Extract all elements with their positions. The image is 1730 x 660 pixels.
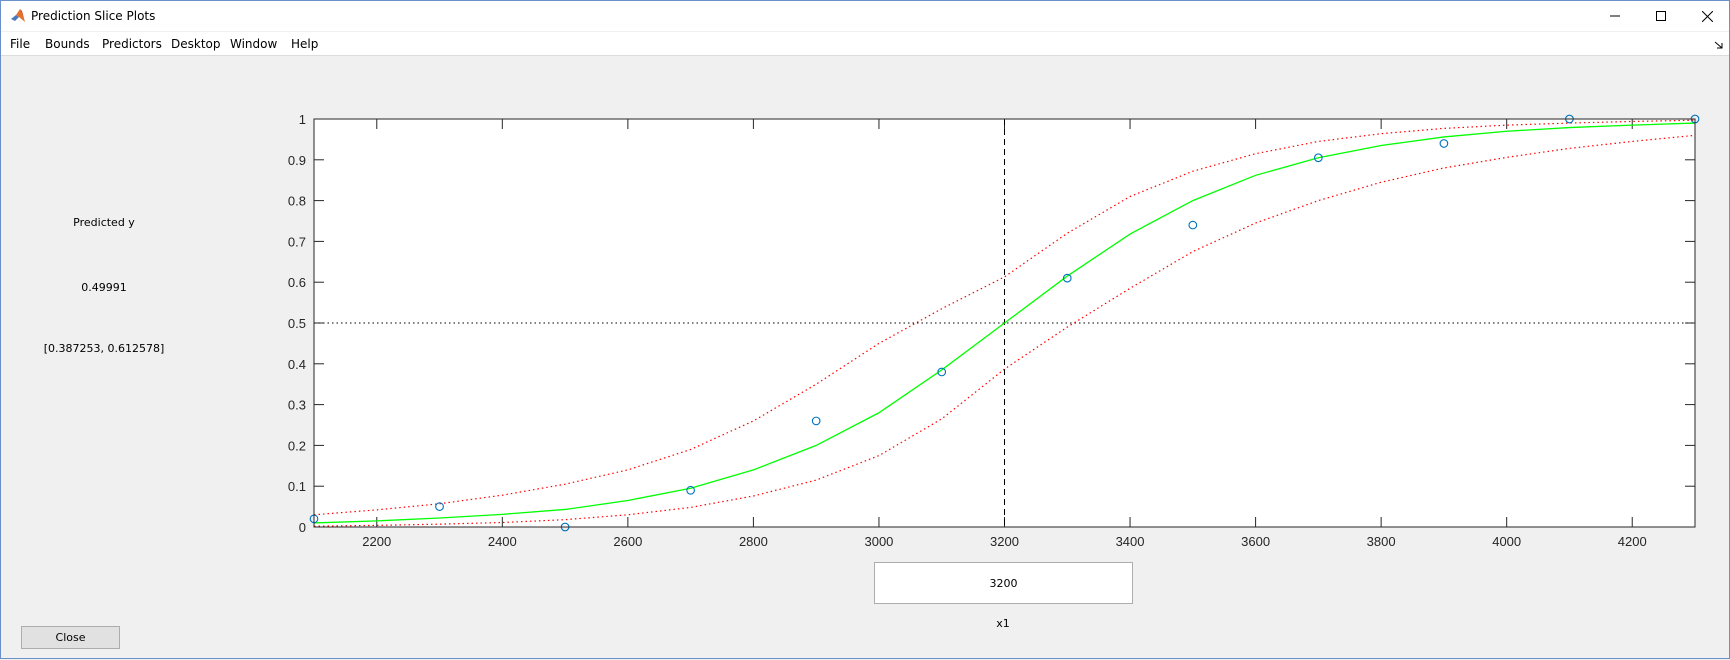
x-tick-label: 4200 (1618, 534, 1647, 549)
prediction-slice-window: Prediction Slice Plots File Bounds Predi… (0, 0, 1730, 659)
x-tick-label: 2400 (488, 534, 517, 549)
y-tick-label: 0.2 (288, 438, 306, 453)
x-tick-label: 3000 (864, 534, 893, 549)
x-tick-label: 3400 (1116, 534, 1145, 549)
x-tick-label: 4000 (1492, 534, 1521, 549)
y-tick-label: 0.8 (288, 194, 306, 209)
x-tick-label: 2800 (739, 534, 768, 549)
x-tick-label: 2200 (362, 534, 391, 549)
x-tick-label: 3600 (1241, 534, 1270, 549)
x-tick-label: 3800 (1367, 534, 1396, 549)
y-tick-label: 0.3 (288, 398, 306, 413)
y-tick-label: 0.4 (288, 357, 306, 372)
y-tick-label: 0.9 (288, 153, 306, 168)
x-tick-label: 2600 (613, 534, 642, 549)
y-tick-label: 0.5 (288, 316, 306, 331)
y-tick-label: 0 (299, 520, 306, 535)
y-tick-label: 0.6 (288, 275, 306, 290)
x-tick-label: 3200 (990, 534, 1019, 549)
x1-value-input[interactable]: 3200 (874, 562, 1133, 604)
x1-axis-label: x1 (996, 617, 1010, 630)
prediction-slice-plot[interactable]: 2200 2400 2600 2800 3000 3200 3400 3600 3800 4000… (1, 1, 1730, 660)
close-button[interactable]: Close (21, 626, 120, 649)
y-tick-label: 0.7 (288, 234, 306, 249)
y-tick-label: 1 (299, 112, 306, 127)
y-tick-label: 0.1 (288, 479, 306, 494)
